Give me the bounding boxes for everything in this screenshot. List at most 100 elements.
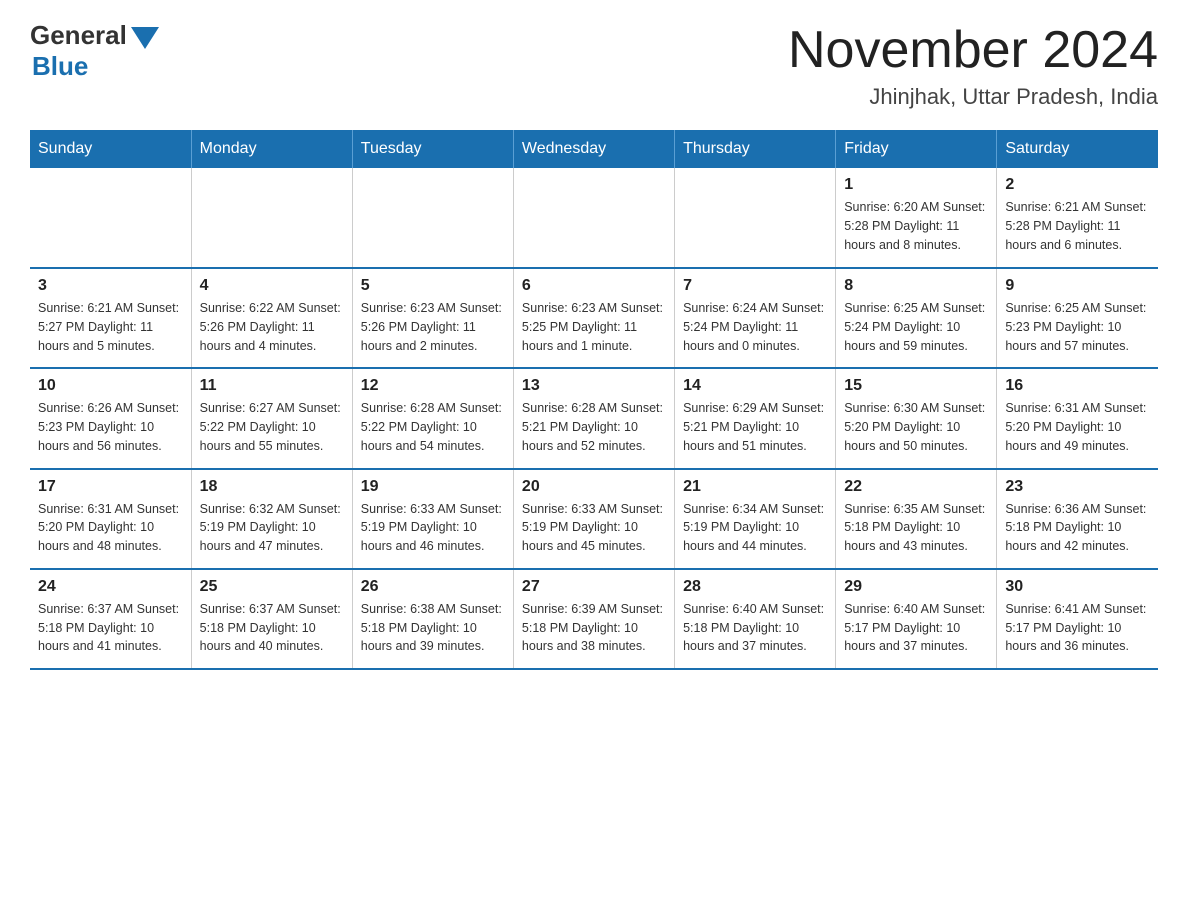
calendar-cell [513, 168, 674, 268]
calendar-cell: 24 Sunrise: 6:37 AM Sunset: 5:18 PM Dayli… [30, 569, 191, 669]
calendar-cell [352, 168, 513, 268]
calendar-cell [675, 168, 836, 268]
calendar-cell: 9Sunrise: 6:25 AM Sunset: 5:23 PM Daylig… [997, 268, 1158, 368]
day-number: 12 [361, 377, 505, 395]
logo-general-text: General [30, 20, 127, 51]
day-info: Sunrise: 6:27 AM Sunset: 5:22 PM Dayligh… [200, 399, 344, 455]
day-info: Sunrise: 6:23 AM Sunset: 5:25 PM Dayligh… [522, 299, 666, 355]
day-info: Sunrise: 6:40 AM Sunset: 5:18 PM Dayligh… [683, 600, 827, 656]
day-number: 29 [844, 578, 988, 596]
day-info: Sunrise: 6:26 AM Sunset: 5:23 PM Dayligh… [38, 399, 183, 455]
calendar-cell: 19 Sunrise: 6:33 AM Sunset: 5:19 PM Dayli… [352, 469, 513, 569]
day-info: Sunrise: 6:37 AM Sunset: 5:18 PM Dayligh… [200, 600, 344, 656]
calendar-cell: 3Sunrise: 6:21 AM Sunset: 5:27 PM Daylig… [30, 268, 191, 368]
day-number: 27 [522, 578, 666, 596]
day-number: 25 [200, 578, 344, 596]
calendar-cell: 18 Sunrise: 6:32 AM Sunset: 5:19 PM Dayli… [191, 469, 352, 569]
calendar-cell: 12 Sunrise: 6:28 AM Sunset: 5:22 PM Dayli… [352, 368, 513, 468]
day-number: 18 [200, 478, 344, 496]
day-info: Sunrise: 6:30 AM Sunset: 5:20 PM Dayligh… [844, 399, 988, 455]
week-row-4: 17 Sunrise: 6:31 AM Sunset: 5:20 PM Dayli… [30, 469, 1158, 569]
calendar-cell: 28 Sunrise: 6:40 AM Sunset: 5:18 PM Dayli… [675, 569, 836, 669]
day-info: Sunrise: 6:25 AM Sunset: 5:24 PM Dayligh… [844, 299, 988, 355]
day-number: 14 [683, 377, 827, 395]
calendar-cell [30, 168, 191, 268]
calendar-cell: 15 Sunrise: 6:30 AM Sunset: 5:20 PM Dayli… [836, 368, 997, 468]
day-number: 4 [200, 277, 344, 295]
day-info: Sunrise: 6:33 AM Sunset: 5:19 PM Dayligh… [522, 500, 666, 556]
page-title: November 2024 [788, 20, 1158, 80]
day-info: Sunrise: 6:31 AM Sunset: 5:20 PM Dayligh… [38, 500, 183, 556]
calendar-cell: 21 Sunrise: 6:34 AM Sunset: 5:19 PM Dayli… [675, 469, 836, 569]
header-cell-monday: Monday [191, 130, 352, 168]
header-cell-thursday: Thursday [675, 130, 836, 168]
day-info: Sunrise: 6:35 AM Sunset: 5:18 PM Dayligh… [844, 500, 988, 556]
day-number: 24 [38, 578, 183, 596]
calendar-cell: 1 Sunrise: 6:20 AM Sunset: 5:28 PM Daylig… [836, 168, 997, 268]
calendar-cell: 16 Sunrise: 6:31 AM Sunset: 5:20 PM Dayli… [997, 368, 1158, 468]
week-row-2: 3Sunrise: 6:21 AM Sunset: 5:27 PM Daylig… [30, 268, 1158, 368]
day-info: Sunrise: 6:20 AM Sunset: 5:28 PM Dayligh… [844, 198, 988, 254]
calendar-cell: 6 Sunrise: 6:23 AM Sunset: 5:25 PM Daylig… [513, 268, 674, 368]
calendar-cell: 8Sunrise: 6:25 AM Sunset: 5:24 PM Daylig… [836, 268, 997, 368]
calendar-cell: 27 Sunrise: 6:39 AM Sunset: 5:18 PM Dayli… [513, 569, 674, 669]
day-number: 20 [522, 478, 666, 496]
calendar-cell: 7 Sunrise: 6:24 AM Sunset: 5:24 PM Daylig… [675, 268, 836, 368]
day-info: Sunrise: 6:34 AM Sunset: 5:19 PM Dayligh… [683, 500, 827, 556]
day-number: 2 [1005, 176, 1150, 194]
day-info: Sunrise: 6:33 AM Sunset: 5:19 PM Dayligh… [361, 500, 505, 556]
day-info: Sunrise: 6:29 AM Sunset: 5:21 PM Dayligh… [683, 399, 827, 455]
calendar-body: 1 Sunrise: 6:20 AM Sunset: 5:28 PM Daylig… [30, 168, 1158, 669]
day-number: 10 [38, 377, 183, 395]
day-info: Sunrise: 6:24 AM Sunset: 5:24 PM Dayligh… [683, 299, 827, 355]
day-number: 6 [522, 277, 666, 295]
title-area: November 2024 Jhinjhak, Uttar Pradesh, I… [788, 20, 1158, 110]
day-number: 9 [1005, 277, 1150, 295]
calendar-cell: 10 Sunrise: 6:26 AM Sunset: 5:23 PM Dayli… [30, 368, 191, 468]
header-cell-saturday: Saturday [997, 130, 1158, 168]
calendar-table: SundayMondayTuesdayWednesdayThursdayFrid… [30, 130, 1158, 670]
day-number: 21 [683, 478, 827, 496]
day-number: 30 [1005, 578, 1150, 596]
day-number: 11 [200, 377, 344, 395]
day-number: 15 [844, 377, 988, 395]
calendar-cell [191, 168, 352, 268]
location-subtitle: Jhinjhak, Uttar Pradesh, India [788, 84, 1158, 110]
day-info: Sunrise: 6:32 AM Sunset: 5:19 PM Dayligh… [200, 500, 344, 556]
day-info: Sunrise: 6:21 AM Sunset: 5:27 PM Dayligh… [38, 299, 183, 355]
day-info: Sunrise: 6:37 AM Sunset: 5:18 PM Dayligh… [38, 600, 183, 656]
calendar-cell: 20 Sunrise: 6:33 AM Sunset: 5:19 PM Dayli… [513, 469, 674, 569]
day-number: 28 [683, 578, 827, 596]
week-row-3: 10 Sunrise: 6:26 AM Sunset: 5:23 PM Dayli… [30, 368, 1158, 468]
logo-top: General [30, 20, 159, 51]
logo-blue-text: Blue [32, 51, 88, 82]
calendar-cell: 2Sunrise: 6:21 AM Sunset: 5:28 PM Daylig… [997, 168, 1158, 268]
day-info: Sunrise: 6:40 AM Sunset: 5:17 PM Dayligh… [844, 600, 988, 656]
day-info: Sunrise: 6:31 AM Sunset: 5:20 PM Dayligh… [1005, 399, 1150, 455]
header-cell-sunday: Sunday [30, 130, 191, 168]
day-number: 17 [38, 478, 183, 496]
calendar-cell: 26Sunrise: 6:38 AM Sunset: 5:18 PM Dayli… [352, 569, 513, 669]
calendar-cell: 13 Sunrise: 6:28 AM Sunset: 5:21 PM Dayli… [513, 368, 674, 468]
calendar-cell: 11 Sunrise: 6:27 AM Sunset: 5:22 PM Dayli… [191, 368, 352, 468]
calendar-cell: 30Sunrise: 6:41 AM Sunset: 5:17 PM Dayli… [997, 569, 1158, 669]
day-number: 22 [844, 478, 988, 496]
day-number: 13 [522, 377, 666, 395]
calendar-cell: 25 Sunrise: 6:37 AM Sunset: 5:18 PM Dayli… [191, 569, 352, 669]
day-number: 5 [361, 277, 505, 295]
day-info: Sunrise: 6:28 AM Sunset: 5:21 PM Dayligh… [522, 399, 666, 455]
calendar-cell: 5Sunrise: 6:23 AM Sunset: 5:26 PM Daylig… [352, 268, 513, 368]
day-number: 19 [361, 478, 505, 496]
logo-triangle-icon [131, 27, 159, 49]
calendar-cell: 4Sunrise: 6:22 AM Sunset: 5:26 PM Daylig… [191, 268, 352, 368]
calendar-cell: 17 Sunrise: 6:31 AM Sunset: 5:20 PM Dayli… [30, 469, 191, 569]
day-info: Sunrise: 6:39 AM Sunset: 5:18 PM Dayligh… [522, 600, 666, 656]
day-number: 7 [683, 277, 827, 295]
calendar-cell: 23Sunrise: 6:36 AM Sunset: 5:18 PM Dayli… [997, 469, 1158, 569]
day-number: 16 [1005, 377, 1150, 395]
calendar-cell: 29 Sunrise: 6:40 AM Sunset: 5:17 PM Dayli… [836, 569, 997, 669]
day-number: 1 [844, 176, 988, 194]
header: General Blue November 2024 Jhinjhak, Utt… [30, 20, 1158, 110]
day-info: Sunrise: 6:28 AM Sunset: 5:22 PM Dayligh… [361, 399, 505, 455]
calendar-header: SundayMondayTuesdayWednesdayThursdayFrid… [30, 130, 1158, 168]
